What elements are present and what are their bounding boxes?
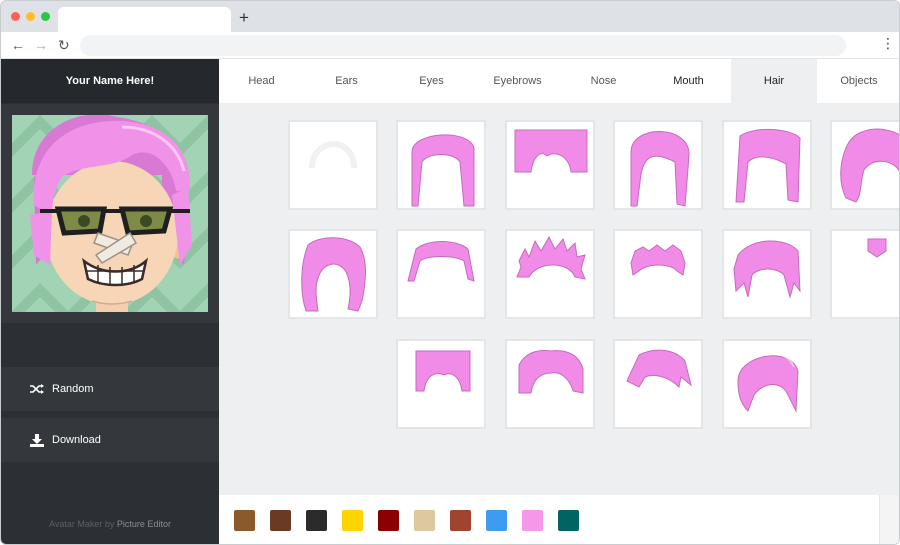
hair-option[interactable] [396,229,486,319]
hair-option[interactable] [288,120,378,210]
reload-icon[interactable]: ↻ [58,35,70,55]
address-bar[interactable] [80,35,846,56]
tab-hair[interactable]: Hair [731,59,817,103]
editor-main: Head Ears Eyes Eyebrows Nose Mouth Hair … [219,59,899,544]
hair-option[interactable] [288,229,378,319]
hair-option[interactable] [505,229,595,319]
footer-credit: Avatar Maker by Picture Editor [1,519,219,529]
download-button-label: Download [52,434,101,446]
sidebar: Your Name Here! Random Download Avatar M… [1,59,219,544]
hair-option[interactable] [505,339,595,429]
hair-option[interactable] [830,229,899,319]
more-options-icon[interactable]: ⋮ [881,35,895,52]
color-swatch-pink[interactable] [522,510,543,531]
back-arrow-icon[interactable]: ← [11,35,25,55]
download-icon [30,433,44,447]
browser-window: + ← → ↻ ⋮ Your Name Here! Random Downloa… [0,0,900,545]
hair-option[interactable] [830,120,899,210]
hair-option[interactable] [722,229,812,319]
color-palette [219,495,899,544]
random-button[interactable]: Random [1,367,219,411]
hair-option[interactable] [613,229,703,319]
hair-option[interactable] [613,120,703,210]
avatar-preview [12,115,208,312]
category-tabs: Head Ears Eyes Eyebrows Nose Mouth Hair … [219,59,899,103]
color-swatch-blue[interactable] [486,510,507,531]
color-swatch-dark-red[interactable] [378,510,399,531]
hair-option[interactable] [722,120,812,210]
hair-option[interactable] [505,120,595,210]
tab-objects[interactable]: Objects [817,59,899,103]
hair-option[interactable] [722,339,812,429]
shuffle-icon [30,384,44,394]
tab-strip: + [1,1,899,32]
color-swatch-teal[interactable] [558,510,579,531]
color-swatch-beige[interactable] [414,510,435,531]
forward-arrow-icon[interactable]: → [34,35,48,55]
download-button[interactable]: Download [1,418,219,462]
color-swatch-yellow[interactable] [342,510,363,531]
tab-mouth[interactable]: Mouth [646,59,731,103]
color-swatch-brown[interactable] [234,510,255,531]
browser-toolbar: ← → ↻ ⋮ [1,32,899,59]
hair-option[interactable] [396,339,486,429]
footer-prefix: Avatar Maker by [49,519,117,529]
color-swatch-dark-brown[interactable] [270,510,291,531]
color-swatch-rust[interactable] [450,510,471,531]
new-tab-button[interactable]: + [239,8,249,28]
browser-tab[interactable] [58,7,231,32]
maximize-window-button[interactable] [41,12,50,21]
tab-ears[interactable]: Ears [304,59,389,103]
minimize-window-button[interactable] [26,12,35,21]
tab-eyebrows[interactable]: Eyebrows [474,59,561,103]
tab-head[interactable]: Head [219,59,304,103]
color-swatch-black[interactable] [306,510,327,531]
avatar-name-title[interactable]: Your Name Here! [1,59,219,103]
hair-option[interactable] [396,120,486,210]
random-button-label: Random [52,383,94,395]
close-window-button[interactable] [11,12,20,21]
palette-scrollbar[interactable] [879,495,899,544]
tab-nose[interactable]: Nose [561,59,646,103]
avatar-preview-panel [1,104,219,323]
hair-option[interactable] [613,339,703,429]
picture-editor-link[interactable]: Picture Editor [117,519,171,529]
tab-eyes[interactable]: Eyes [389,59,474,103]
